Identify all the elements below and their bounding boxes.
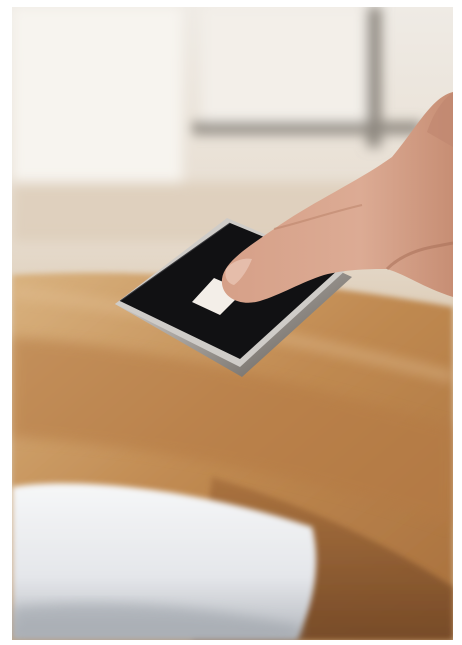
photo <box>12 7 453 640</box>
photo-frame <box>12 7 453 640</box>
